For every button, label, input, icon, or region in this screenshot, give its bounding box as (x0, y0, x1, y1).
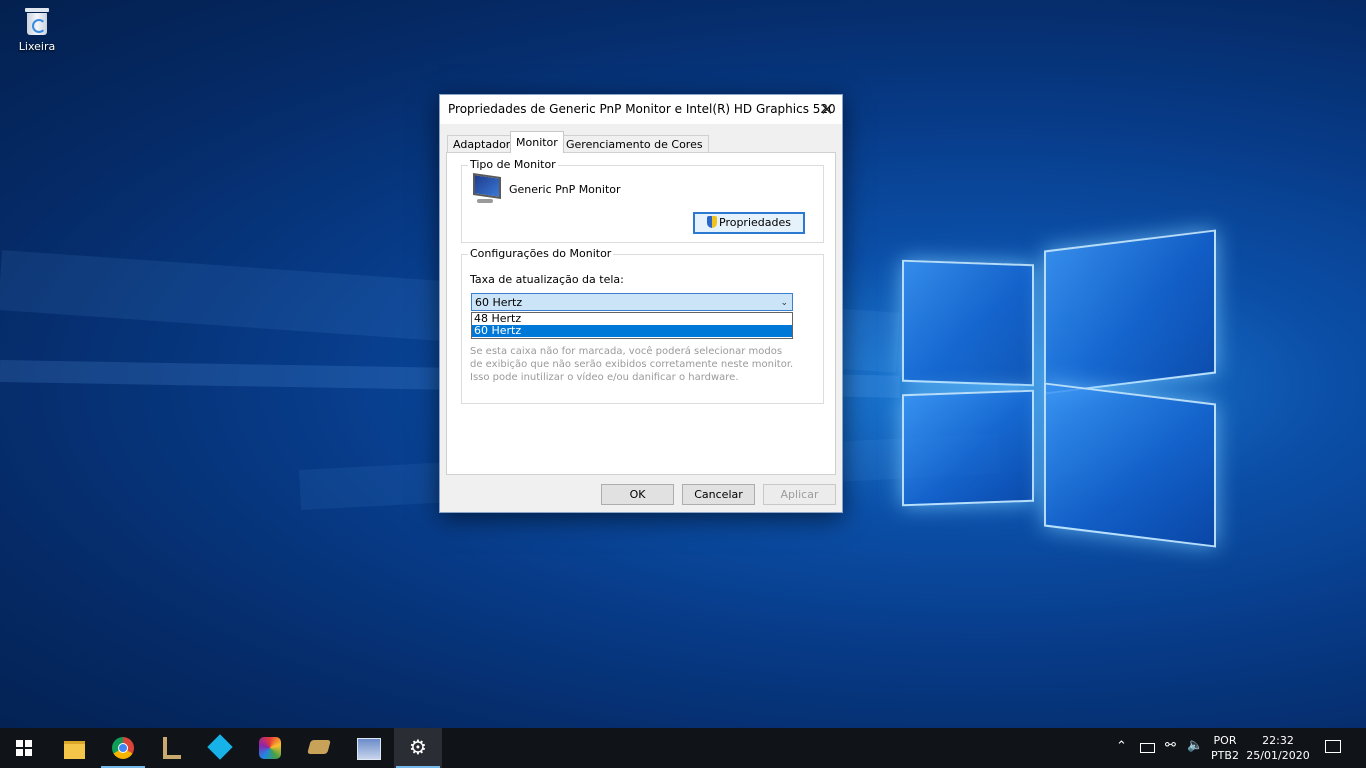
language-indicator[interactable]: POR PTB2 (1208, 728, 1242, 768)
system-tray-icons: ⌃ ⚯ 🔈 (1114, 728, 1214, 768)
clock[interactable]: 22:32 25/01/2020 (1244, 728, 1312, 768)
recycle-bin-icon (24, 8, 50, 36)
language-top: POR (1213, 734, 1237, 747)
taskbar-file-explorer[interactable] (50, 728, 98, 768)
refresh-rate-label: Taxa de atualização da tela: (470, 273, 624, 286)
taskbar: ⚙ ⌃ ⚯ 🔈 POR PTB2 22:32 25/01/2020 (0, 728, 1366, 768)
tab-adaptador[interactable]: Adaptador (447, 135, 517, 153)
monitor-properties-dialog: Propriedades de Generic PnP Monitor e In… (439, 94, 843, 513)
tab-gerenciamento-de-cores[interactable]: Gerenciamento de Cores (560, 135, 709, 153)
taskbar-car-game[interactable] (344, 728, 392, 768)
chrome-icon (112, 737, 134, 759)
ok-button[interactable]: OK (601, 484, 674, 505)
speaker-icon[interactable]: 🔈 (1187, 738, 1203, 753)
monitor-settings-group-label: Configurações do Monitor (468, 247, 614, 260)
dialog-title: Propriedades de Generic PnP Monitor e In… (448, 102, 836, 116)
recycle-bin-shortcut[interactable]: Lixeira (8, 6, 66, 53)
league-of-legends-icon (163, 737, 181, 759)
taskbar-disk-app[interactable] (295, 728, 343, 768)
monitor-name: Generic PnP Monitor (509, 183, 621, 196)
language-bottom: PTB2 (1211, 749, 1239, 762)
refresh-rate-option-60[interactable]: 60 Hertz (472, 325, 792, 337)
taskbar-kodi[interactable] (197, 728, 245, 768)
monitor-properties-button-label: Propriedades (719, 216, 791, 229)
taskbar-chrome[interactable] (99, 728, 147, 768)
dialog-titlebar[interactable]: Propriedades de Generic PnP Monitor e In… (440, 95, 842, 124)
notification-icon (1325, 740, 1341, 753)
taskbar-league-of-legends[interactable] (148, 728, 196, 768)
monitor-type-group: Tipo de Monitor Generic PnP Monitor Prop… (461, 158, 824, 243)
taskbar-colorful-app[interactable] (246, 728, 294, 768)
hide-modes-warning-text: Se esta caixa não for marcada, você pode… (470, 346, 794, 383)
uac-shield-icon (707, 216, 717, 228)
car-game-icon (357, 738, 381, 760)
refresh-rate-dropdown-list: 48 Hertz 60 Hertz (471, 312, 793, 339)
monitor-properties-button[interactable]: Propriedades (693, 212, 805, 234)
cancel-button[interactable]: Cancelar (682, 484, 755, 505)
chevron-up-icon[interactable]: ⌃ (1116, 739, 1127, 754)
settings-gear-icon: ⚙ (409, 735, 427, 759)
monitor-settings-group: Configurações do Monitor Taxa de atualiz… (461, 247, 824, 404)
recycle-bin-label: Lixeira (18, 40, 56, 53)
file-explorer-icon (64, 741, 85, 759)
tab-monitor[interactable]: Monitor (510, 131, 564, 153)
chevron-down-icon[interactable]: ⌄ (780, 294, 788, 312)
start-button[interactable] (0, 728, 48, 768)
windows-start-icon (16, 740, 32, 756)
disk-drive-app-icon (307, 740, 331, 754)
refresh-rate-selected-value: 60 Hertz (475, 296, 523, 309)
monitor-icon (471, 173, 501, 205)
monitor-type-group-label: Tipo de Monitor (468, 158, 558, 171)
refresh-rate-select[interactable]: 60 Hertz ⌄ (471, 293, 793, 311)
monitor-tab-panel: Tipo de Monitor Generic PnP Monitor Prop… (446, 152, 836, 475)
action-center-button[interactable] (1318, 728, 1348, 768)
wifi-icon[interactable]: ⚯ (1165, 738, 1176, 753)
battery-icon[interactable] (1140, 743, 1155, 753)
kodi-icon (207, 734, 233, 760)
clock-time: 22:32 (1262, 734, 1294, 747)
apply-button[interactable]: Aplicar (763, 484, 836, 505)
taskbar-settings[interactable]: ⚙ (394, 728, 442, 768)
close-icon[interactable]: ✕ (812, 95, 842, 124)
colorful-pentagon-app-icon (259, 737, 281, 759)
clock-date: 25/01/2020 (1246, 749, 1310, 762)
